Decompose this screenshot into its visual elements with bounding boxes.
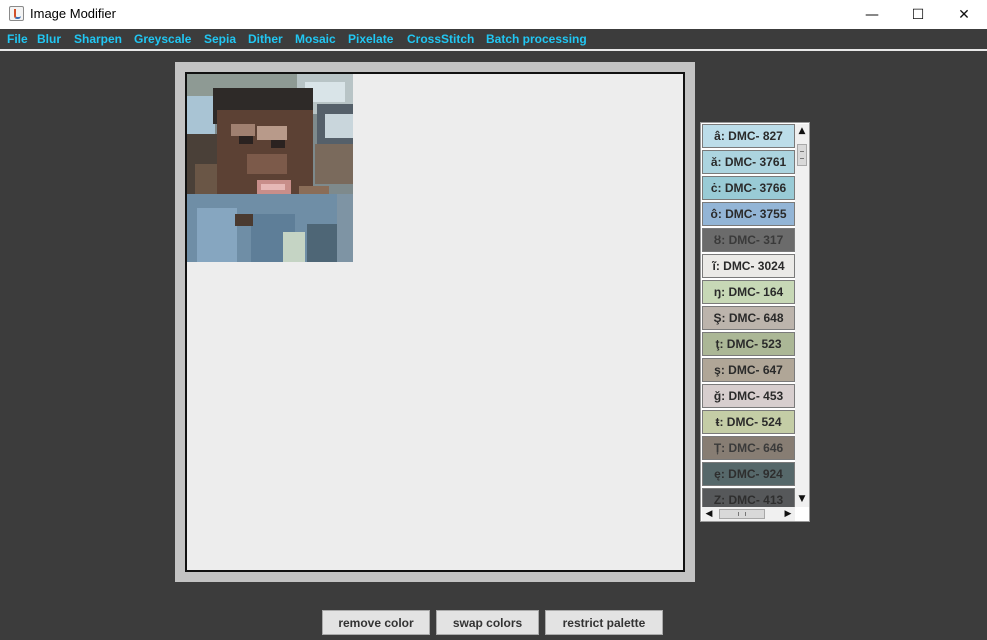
- scroll-down-icon[interactable]: ▼: [795, 492, 809, 506]
- image-canvas[interactable]: [185, 72, 685, 572]
- palette-swatch[interactable]: ţ: DMC- 523: [702, 332, 795, 356]
- palette-swatch[interactable]: ȣ: DMC- 317: [702, 228, 795, 252]
- scroll-up-icon[interactable]: ▲: [795, 124, 809, 138]
- horizontal-scroll-thumb[interactable]: [719, 509, 765, 519]
- menu-dither[interactable]: Dither: [248, 32, 283, 46]
- menu-blur[interactable]: Blur: [37, 32, 61, 46]
- scroll-right-icon[interactable]: ▶: [781, 507, 795, 521]
- menu-mosaic[interactable]: Mosaic: [295, 32, 336, 46]
- menu-batch-processing[interactable]: Batch processing: [486, 32, 587, 46]
- vertical-scrollbar[interactable]: ▲ ▼: [795, 124, 809, 507]
- palette-swatch[interactable]: ô: DMC- 3755: [702, 202, 795, 226]
- pixelated-portrait-image: [187, 74, 353, 262]
- image-canvas-frame: [175, 62, 695, 582]
- scroll-left-icon[interactable]: ◀: [702, 507, 716, 521]
- color-palette-panel: â: DMC- 827 ă: DMC- 3761 ċ: DMC- 3766 ô: DM…: [700, 122, 810, 522]
- menu-sharpen[interactable]: Sharpen: [74, 32, 122, 46]
- palette-swatch[interactable]: Z: DMC- 413: [702, 488, 795, 507]
- maximize-button[interactable]: ☐: [895, 0, 941, 29]
- palette-swatch[interactable]: ŋ: DMC- 164: [702, 280, 795, 304]
- remove-color-button[interactable]: remove color: [322, 610, 430, 635]
- menu-pixelate[interactable]: Pixelate: [348, 32, 393, 46]
- vertical-scroll-thumb[interactable]: [797, 144, 807, 166]
- close-button[interactable]: ✕: [941, 0, 987, 29]
- palette-swatch[interactable]: ğ: DMC- 453: [702, 384, 795, 408]
- menu-file[interactable]: File: [7, 32, 28, 46]
- java-app-icon: [9, 6, 24, 21]
- palette-swatch[interactable]: ċ: DMC- 3766: [702, 176, 795, 200]
- palette-swatch[interactable]: ę: DMC- 924: [702, 462, 795, 486]
- palette-swatch[interactable]: Ş: DMC- 648: [702, 306, 795, 330]
- title-bar: Image Modifier — ☐ ✕: [0, 0, 987, 29]
- minimize-button[interactable]: —: [849, 0, 895, 29]
- menu-bar: File Blur Sharpen Greyscale Sepia Dither…: [0, 29, 987, 51]
- palette-swatch[interactable]: â: DMC- 827: [702, 124, 795, 148]
- palette-swatch[interactable]: ş: DMC- 647: [702, 358, 795, 382]
- palette-swatch[interactable]: ă: DMC- 3761: [702, 150, 795, 174]
- palette-list: â: DMC- 827 ă: DMC- 3761 ċ: DMC- 3766 ô: DM…: [702, 124, 795, 507]
- window-title: Image Modifier: [30, 6, 116, 21]
- menu-sepia[interactable]: Sepia: [204, 32, 236, 46]
- palette-swatch[interactable]: Ț: DMC- 646: [702, 436, 795, 460]
- swap-colors-button[interactable]: swap colors: [436, 610, 539, 635]
- restrict-palette-button[interactable]: restrict palette: [545, 610, 663, 635]
- horizontal-scrollbar[interactable]: ◀ ▶: [702, 507, 795, 521]
- menu-crossstitch[interactable]: CrossStitch: [407, 32, 474, 46]
- palette-swatch[interactable]: ĩ: DMC- 3024: [702, 254, 795, 278]
- palette-swatch[interactable]: ŧ: DMC- 524: [702, 410, 795, 434]
- menu-greyscale[interactable]: Greyscale: [134, 32, 191, 46]
